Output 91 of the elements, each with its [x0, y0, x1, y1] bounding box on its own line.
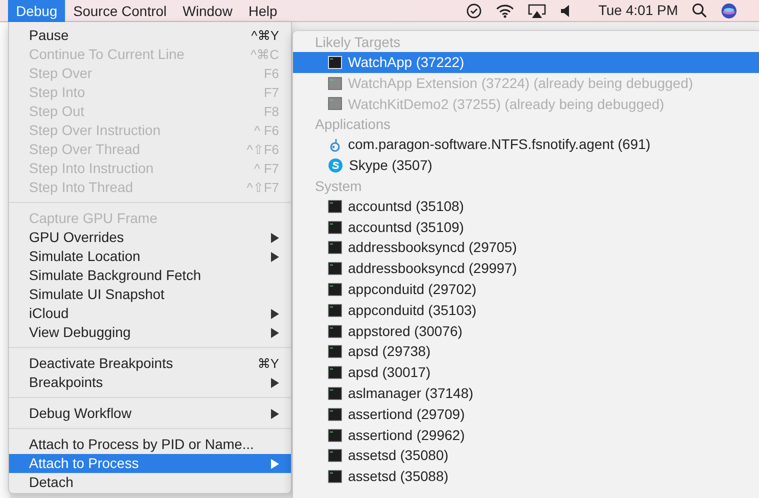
process-label: assetsd (35080): [348, 446, 448, 466]
menu-bar-item[interactable]: Debug: [8, 0, 66, 22]
process-item[interactable]: assetsd (35080): [293, 446, 759, 466]
process-item[interactable]: apsd (30017): [293, 362, 759, 384]
terminal-icon: [328, 408, 342, 421]
menu-item[interactable]: Debug Workflow: [9, 404, 291, 423]
process-label: apsd (30017): [348, 363, 431, 382]
menu-item[interactable]: View Debugging: [9, 323, 291, 342]
menu-bar-item[interactable]: Window: [174, 0, 240, 22]
process-item[interactable]: assertiond (29709): [293, 404, 759, 425]
process-label: accountsd (35108): [348, 196, 464, 216]
search-icon[interactable]: [692, 3, 707, 18]
process-label: addressbooksyncd (29997): [348, 259, 517, 278]
airplay-icon[interactable]: [528, 4, 546, 18]
terminal-icon: [328, 470, 342, 484]
wifi-icon[interactable]: [496, 4, 514, 18]
process-item[interactable]: appstored (30076): [293, 320, 759, 342]
process-label: Skype (3507): [349, 156, 432, 176]
menu-item[interactable]: Simulate Background Fetch: [9, 266, 291, 285]
shortcut-text: F8: [264, 103, 279, 121]
section-header: System: [314, 176, 363, 196]
menu-item[interactable]: iCloud: [9, 304, 291, 323]
menu-item[interactable]: GPU Overrides: [9, 228, 291, 247]
menu-item[interactable]: Attach to Process by PID or Name...: [9, 435, 291, 454]
terminal-icon: [328, 449, 342, 462]
process-label: assertiond (29709): [348, 404, 465, 424]
process-label: addressbooksyncd (29705): [348, 238, 517, 258]
terminal-icon: [328, 241, 342, 254]
terminal-icon: [328, 283, 342, 296]
menu-item[interactable]: Simulate Location: [9, 247, 291, 266]
process-item[interactable]: assetsd (35088): [293, 466, 759, 488]
terminal-icon: [328, 262, 342, 276]
terminal-icon: [328, 304, 342, 317]
shortcut-text: ^⌘Y: [251, 27, 279, 45]
process-item[interactable]: appconduitd (29702): [293, 279, 759, 300]
process-label: apsd (29738): [348, 342, 431, 362]
process-label: com.paragon-software.NTFS.fsnotify.agent (691): [348, 135, 650, 154]
menu-item[interactable]: Breakpoints: [9, 373, 291, 392]
terminal-icon: [328, 366, 342, 380]
shortcut-text: F7: [264, 84, 279, 102]
menu-bar-item[interactable]: Help: [240, 0, 286, 22]
process-item[interactable]: com.paragon-software.NTFS.fsnotify.agent (691): [293, 134, 759, 156]
terminal-icon: [328, 387, 342, 400]
terminal-icon: [328, 56, 342, 69]
process-item[interactable]: aslmanager (37148): [293, 383, 759, 404]
process-label: aslmanager (37148): [348, 384, 474, 404]
terminal-icon: [328, 76, 342, 90]
menu-item[interactable]: Simulate UI Snapshot: [9, 285, 291, 304]
section-header: Likely Targets: [314, 33, 402, 52]
terminal-icon: [328, 345, 342, 358]
process-label: WatchApp (37222): [348, 52, 464, 72]
terminal-icon: [328, 428, 342, 442]
terminal-icon: [328, 97, 342, 110]
process-item[interactable]: WatchApp (37222): [293, 52, 759, 73]
process-item[interactable]: assertiond (29962): [293, 424, 759, 446]
terminal-icon: [328, 324, 342, 338]
shortcut-text: F6: [264, 65, 279, 83]
process-item[interactable]: appconduitd (35103): [293, 300, 759, 321]
checkmark-circle-icon[interactable]: [466, 2, 482, 18]
shortcut-text: ^ F7: [254, 160, 279, 178]
shortcut-text: ^⇧F7: [246, 179, 279, 197]
shortcut-text: ⌘Y: [257, 355, 279, 373]
process-label: WatchKitDemo2 (37255) (already being debugged): [348, 94, 664, 114]
process-item[interactable]: accountsd (35109): [293, 216, 759, 238]
process-label: appconduitd (29702): [348, 280, 476, 300]
menu-bar-item[interactable]: Source Control: [65, 0, 175, 22]
clock[interactable]: Tue 4:01 PM: [598, 0, 678, 21]
process-item[interactable]: accountsd (35108): [293, 196, 759, 217]
process-item[interactable]: Skype (3507): [293, 155, 759, 176]
menu-item[interactable]: Attach to Process: [9, 454, 291, 473]
menu-item[interactable]: Deactivate Breakpoints ⌘Y: [9, 354, 291, 373]
terminal-icon: [328, 220, 342, 234]
shortcut-text: ^⌘C: [250, 46, 279, 64]
skype-icon: [328, 158, 343, 174]
process-item[interactable]: addressbooksyncd (29705): [293, 238, 759, 258]
process-item[interactable]: addressbooksyncd (29997): [293, 258, 759, 280]
menu-item[interactable]: Pause ^⌘Y: [9, 26, 291, 45]
process-label: assetsd (35088): [348, 467, 448, 486]
process-label: WatchApp Extension (37224) (already being debugged): [348, 74, 694, 93]
process-item[interactable]: apsd (29738): [293, 342, 759, 362]
process-label: accountsd (35109): [348, 218, 464, 237]
menu-item[interactable]: Detach: [9, 473, 291, 492]
process-label: assertiond (29962): [348, 426, 465, 445]
process-label: appconduitd (35103): [348, 300, 476, 320]
terminal-icon: [328, 200, 342, 213]
shortcut-text: ^⇧F6: [246, 141, 279, 159]
speaker-icon[interactable]: [560, 4, 570, 16]
assistant-orb-icon[interactable]: [721, 2, 737, 18]
shortcut-text: ^ F6: [254, 122, 279, 140]
section-header: Applications: [314, 115, 392, 134]
process-label: appstored (30076): [348, 322, 462, 341]
